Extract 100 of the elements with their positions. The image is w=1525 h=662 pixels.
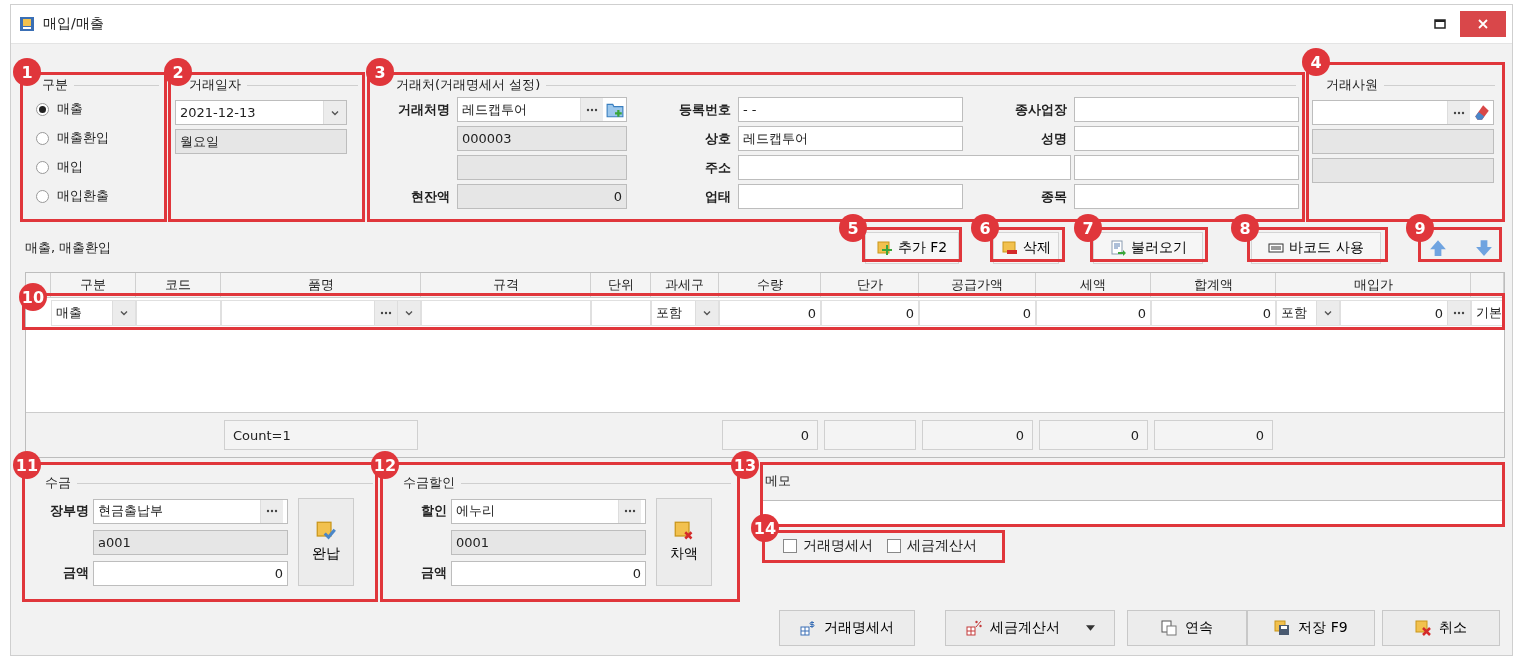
document-percent-icon <box>965 620 982 636</box>
combo-cell[interactable]: 포함 <box>651 300 719 326</box>
lookup-cell[interactable]: 0 <box>1340 300 1471 326</box>
radio-button[interactable] <box>36 102 49 116</box>
code-field: a001 <box>93 529 288 555</box>
column-header[interactable]: 공급가액 <box>919 273 1036 297</box>
field-label: 업태 <box>704 187 732 206</box>
staff-field[interactable] <box>1312 100 1494 125</box>
app-icon <box>19 16 35 32</box>
toolbar-button[interactable]: 추가 F2 <box>865 232 959 264</box>
name-field[interactable] <box>1074 126 1299 151</box>
column-header[interactable]: 과세구 <box>651 273 719 297</box>
document-dollar-icon <box>800 620 816 636</box>
ledger-field[interactable]: 에누리 <box>451 498 646 524</box>
checkbox[interactable] <box>887 539 901 553</box>
code-field: 0001 <box>451 529 646 555</box>
dropdown-button[interactable] <box>323 101 346 124</box>
radio-label: 매출 <box>57 100 83 118</box>
action-button[interactable]: 연속 <box>1127 610 1247 646</box>
combo-cell[interactable]: 매출 <box>51 300 136 326</box>
registration-field[interactable]: - - <box>738 97 963 122</box>
radio-option[interactable]: 매출 <box>36 100 159 118</box>
cancel-icon <box>1415 620 1431 636</box>
field-label: 장부명 <box>49 502 90 520</box>
action-button[interactable]: 차액 <box>656 498 712 586</box>
check-icon <box>316 521 336 541</box>
column-header[interactable]: 매입가 <box>1276 273 1471 297</box>
group-title: 구분 <box>42 76 68 94</box>
column-header[interactable]: 품명 <box>221 273 421 297</box>
column-header[interactable]: 수량 <box>719 273 821 297</box>
ledger-field[interactable]: 현금출납부 <box>93 498 288 524</box>
close-button[interactable] <box>1460 11 1506 37</box>
dropdown-button[interactable] <box>112 301 135 325</box>
dropdown-button[interactable] <box>695 301 718 325</box>
radio-option[interactable]: 매출환입 <box>36 129 159 147</box>
lookup-button[interactable] <box>374 301 397 325</box>
radio-button[interactable] <box>36 189 49 203</box>
column-header[interactable]: 단위 <box>591 273 651 297</box>
action-button[interactable]: 저장 F9 <box>1247 610 1375 646</box>
save-icon <box>1274 620 1291 636</box>
action-button[interactable]: 세금계산서 <box>945 610 1115 646</box>
dropdown-button[interactable] <box>1316 301 1339 325</box>
lookup-button[interactable] <box>1447 101 1470 124</box>
table-cell: 0 <box>821 300 919 326</box>
column-header[interactable]: 단가 <box>821 273 919 297</box>
lookup-button[interactable] <box>580 98 603 121</box>
radio-option[interactable]: 매입환출 <box>36 187 159 205</box>
group-title: 거래처(거래명세서 설정) <box>396 76 541 94</box>
action-button[interactable]: 완납 <box>298 498 354 586</box>
address-field[interactable] <box>738 155 1071 180</box>
cross-icon <box>674 521 694 541</box>
chevron-down-icon <box>119 308 129 318</box>
workplace-field[interactable] <box>1074 97 1299 122</box>
field-label: 거래처명 <box>397 100 451 119</box>
action-button[interactable]: 취소 <box>1382 610 1500 646</box>
business-type-field[interactable] <box>738 184 963 209</box>
amount-field[interactable]: 0 <box>451 560 646 586</box>
radio-label: 매입환출 <box>57 187 109 205</box>
item-field[interactable] <box>1074 184 1299 209</box>
amount-field[interactable]: 0 <box>93 560 288 586</box>
company-field[interactable]: 레드캡투어 <box>738 126 963 151</box>
dropdown-button[interactable] <box>397 301 420 325</box>
column-header[interactable]: 합계액 <box>1151 273 1276 297</box>
table-cell <box>591 300 651 326</box>
column-header[interactable]: 구분 <box>51 273 136 297</box>
column-header[interactable]: 코드 <box>136 273 221 297</box>
column-header[interactable]: 규격 <box>421 273 591 297</box>
checkbox-option[interactable]: 세금계산서 <box>887 537 977 555</box>
checkbox-option[interactable]: 거래명세서 <box>783 537 873 555</box>
date-picker[interactable]: 2021-12-13 <box>175 100 347 125</box>
radio-button[interactable] <box>36 160 49 174</box>
partner-code-field: 000003 <box>457 126 627 151</box>
document-arrow-icon <box>1109 240 1126 256</box>
arrow-down-icon[interactable] <box>1475 239 1493 257</box>
combo-cell[interactable]: 포함 <box>1276 300 1340 326</box>
address-field[interactable] <box>1074 155 1299 180</box>
eraser-icon[interactable] <box>1473 103 1491 122</box>
field-label: 종사업장 <box>1014 100 1068 119</box>
grid-caption: 매출, 매출환입 <box>25 239 112 257</box>
arrow-up-icon[interactable] <box>1429 239 1447 257</box>
chevron-down-icon <box>404 308 414 318</box>
lookup-button[interactable] <box>618 499 641 523</box>
toolbar-button[interactable]: 삭제 <box>993 232 1059 264</box>
lookup-button[interactable] <box>260 499 283 523</box>
maximize-icon <box>1434 19 1446 29</box>
checkbox[interactable] <box>783 539 797 553</box>
chevron-down-icon <box>1323 308 1333 318</box>
radio-button[interactable] <box>36 131 49 145</box>
radio-label: 매입 <box>57 158 83 176</box>
table-cell: 0 <box>719 300 821 326</box>
field-label: 성명 <box>1040 129 1068 148</box>
lookup-button[interactable] <box>1447 301 1470 325</box>
field-label: 등록번호 <box>678 100 732 119</box>
toolbar-button[interactable]: 불러오기 <box>1093 232 1203 264</box>
toolbar-button[interactable]: 바코드 사용 <box>1251 232 1381 264</box>
partner-field[interactable]: 레드캡투어 <box>457 97 627 122</box>
action-button[interactable]: 거래명세서 <box>779 610 915 646</box>
column-header[interactable]: 세액 <box>1036 273 1151 297</box>
radio-option[interactable]: 매입 <box>36 158 159 176</box>
lookup-cell[interactable] <box>221 300 421 326</box>
